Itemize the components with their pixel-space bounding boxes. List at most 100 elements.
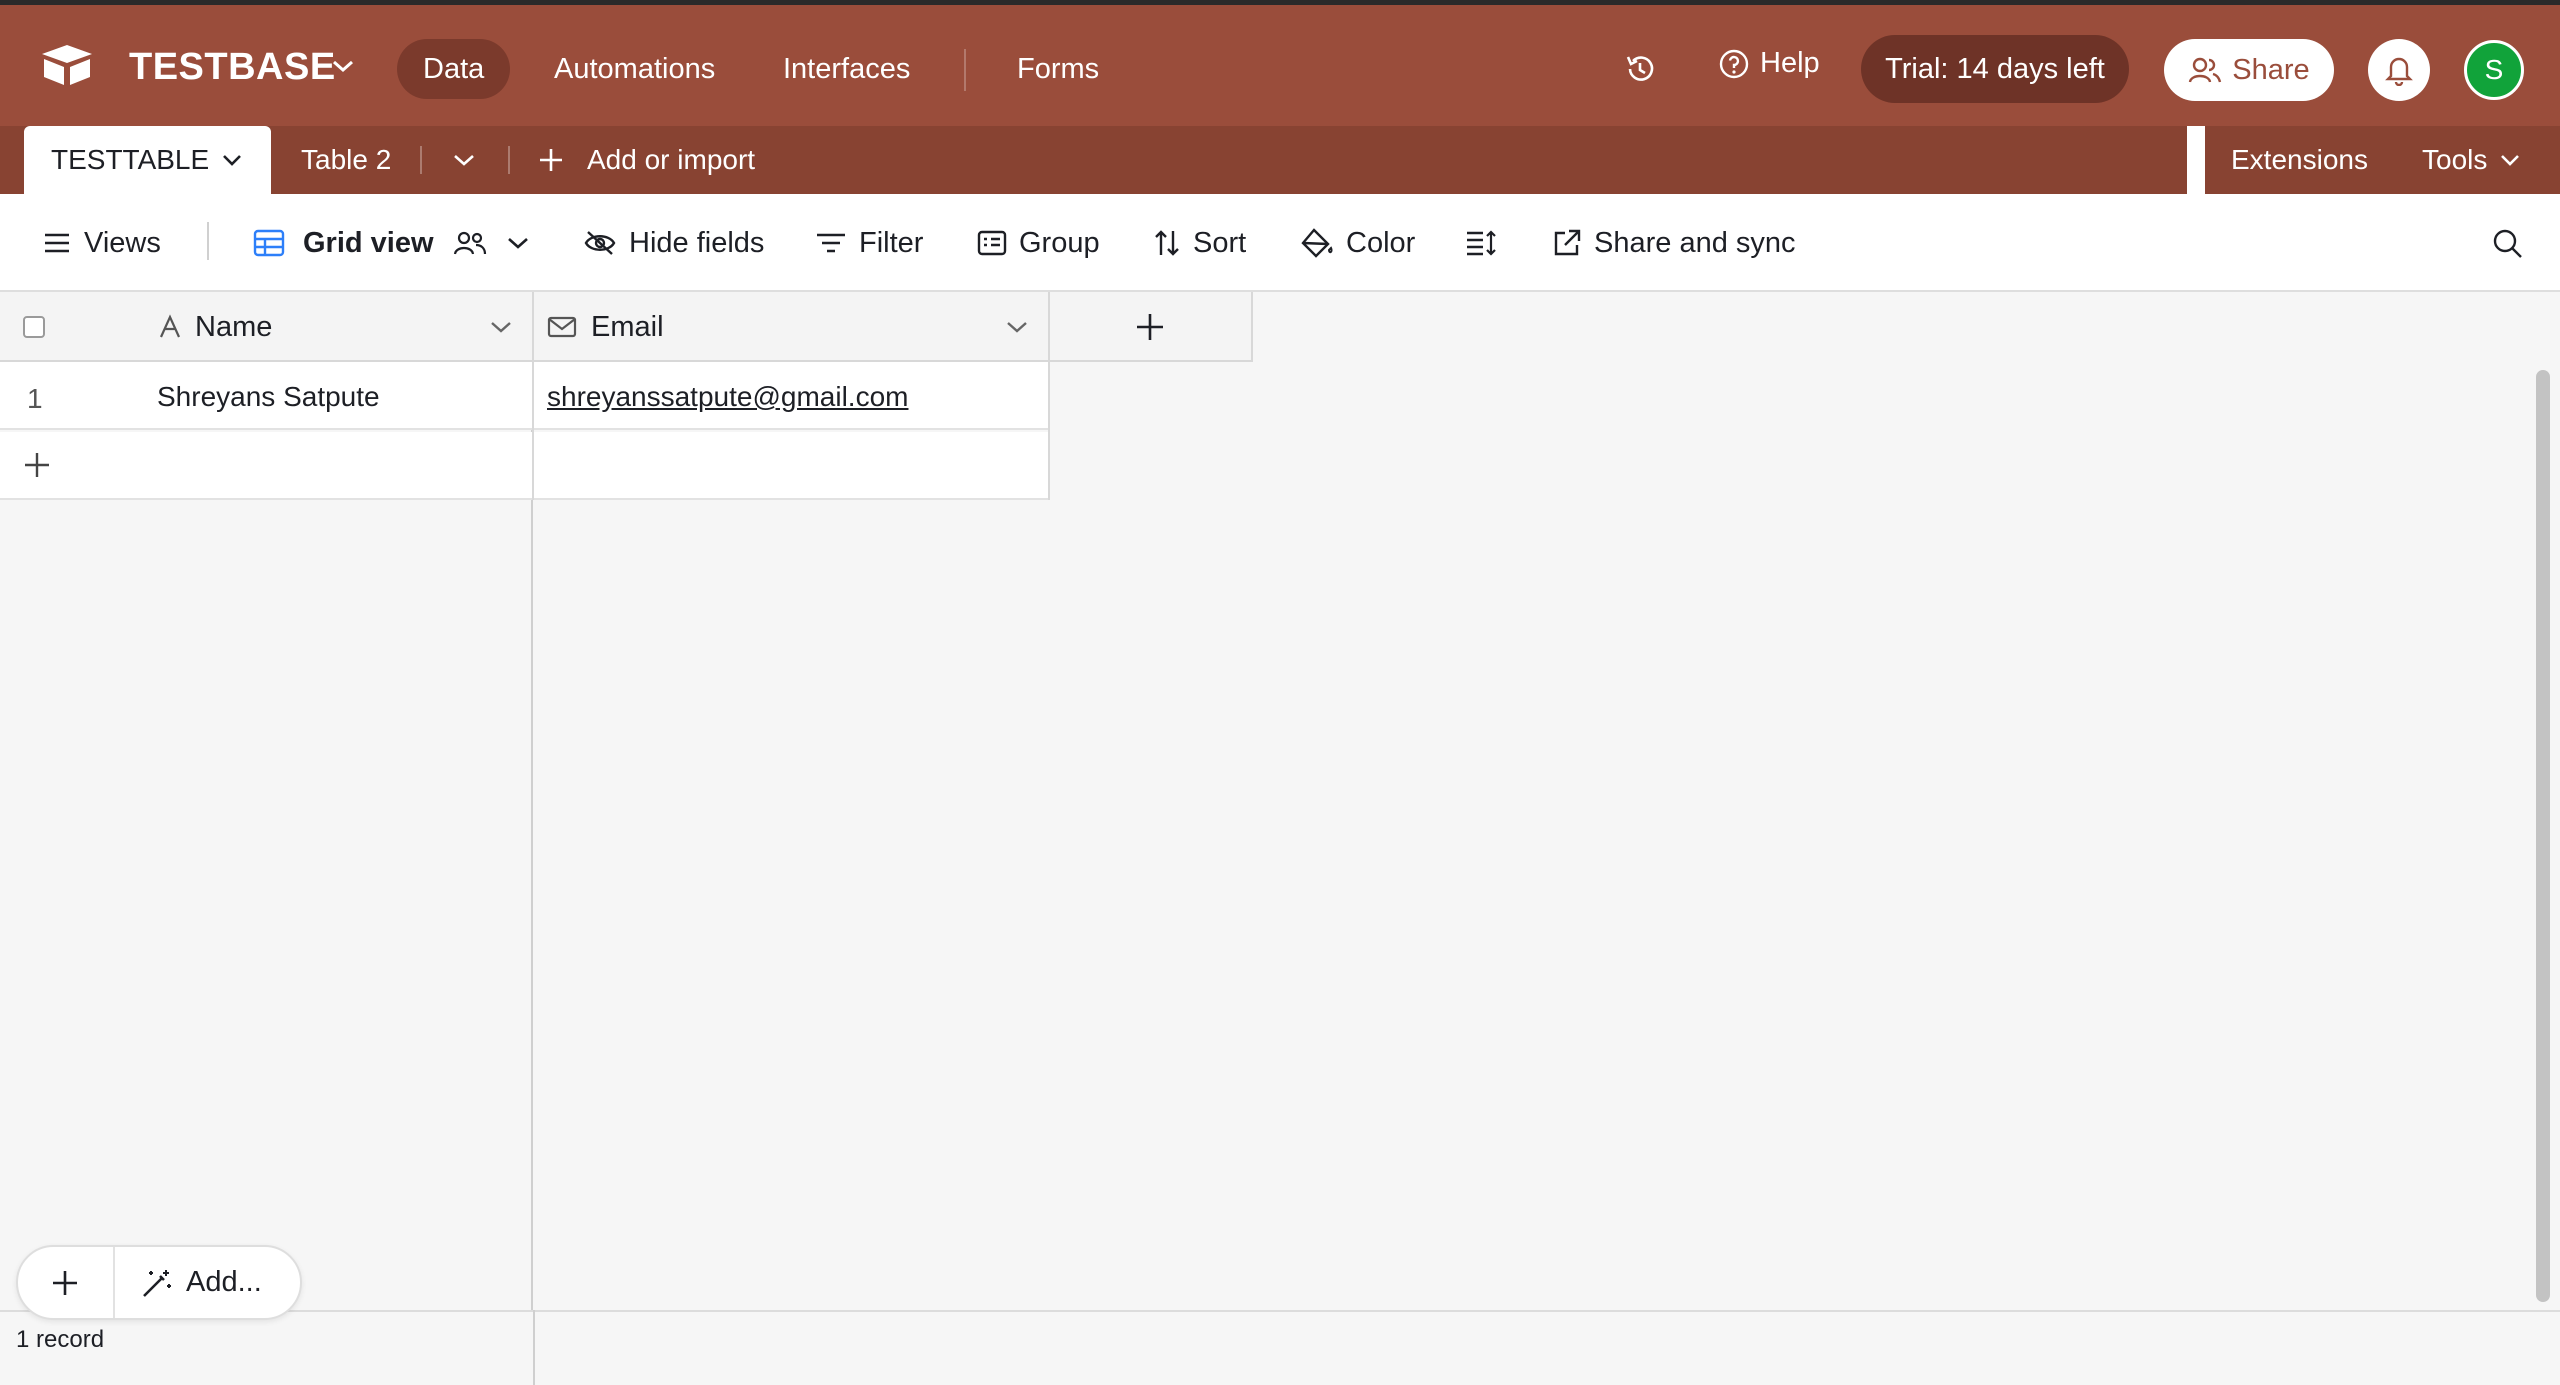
trial-button[interactable]: Trial: 14 days left bbox=[1861, 35, 2129, 103]
share-and-sync-label: Share and sync bbox=[1594, 226, 1796, 259]
add-options-label: Add... bbox=[186, 1266, 262, 1298]
nav-automations[interactable]: Automations bbox=[528, 39, 741, 99]
external-link-icon bbox=[1554, 229, 1581, 256]
nav-automations-label: Automations bbox=[554, 52, 716, 85]
select-all-checkbox[interactable] bbox=[23, 316, 45, 338]
plus-icon bbox=[52, 1270, 77, 1295]
base-name[interactable]: TESTBASE bbox=[129, 46, 336, 89]
nav-forms-label: Forms bbox=[1017, 52, 1100, 85]
nav-divider bbox=[964, 49, 966, 91]
column-divider bbox=[532, 292, 534, 500]
filter-button[interactable]: Filter bbox=[815, 194, 923, 292]
column-header-email[interactable]: Email bbox=[547, 292, 1047, 362]
nav-data[interactable]: Data bbox=[397, 39, 511, 99]
cell-email[interactable]: shreyanssatpute@gmail.com bbox=[547, 381, 908, 413]
add-or-import-label: Add or import bbox=[587, 144, 756, 175]
toolbar-divider bbox=[207, 222, 209, 260]
avatar-initial: S bbox=[2484, 54, 2504, 85]
column-header-name[interactable]: Name bbox=[157, 292, 533, 362]
sort-icon bbox=[1155, 230, 1179, 256]
chevron-down-icon[interactable] bbox=[221, 151, 243, 169]
share-label: Share bbox=[2232, 53, 2310, 86]
text-field-icon bbox=[159, 314, 181, 338]
magic-wand-icon bbox=[143, 1269, 171, 1297]
plus-icon[interactable] bbox=[22, 450, 52, 480]
add-pill-divider bbox=[113, 1247, 115, 1318]
view-switcher[interactable]: Grid view bbox=[253, 194, 530, 292]
nav-forms[interactable]: Forms bbox=[991, 39, 1125, 99]
color-button[interactable]: Color bbox=[1300, 194, 1415, 292]
paint-bucket-icon bbox=[1301, 228, 1333, 258]
help-label: Help bbox=[1760, 47, 1820, 79]
tab-table-2[interactable]: Table 2 bbox=[301, 126, 391, 194]
notifications-button[interactable] bbox=[2368, 39, 2430, 101]
cell-name[interactable]: Shreyans Satpute bbox=[157, 381, 380, 413]
collaborators-icon bbox=[453, 231, 486, 255]
filter-icon bbox=[817, 233, 845, 253]
chevron-down-icon[interactable] bbox=[330, 55, 356, 77]
filter-label: Filter bbox=[859, 226, 924, 259]
question-icon bbox=[1719, 49, 1749, 78]
row-height-icon bbox=[1467, 230, 1496, 256]
row-height-button[interactable] bbox=[1465, 194, 1497, 292]
add-record-button[interactable] bbox=[16, 1245, 113, 1320]
trial-label: Trial: 14 days left bbox=[1885, 52, 2105, 85]
views-button[interactable]: Views bbox=[42, 194, 161, 292]
tab-testtable[interactable]: TESTTABLE bbox=[24, 126, 271, 194]
summary-bar bbox=[0, 1310, 2560, 1385]
share-and-sync-button[interactable]: Share and sync bbox=[1552, 194, 1796, 292]
extensions-button[interactable]: Extensions bbox=[2231, 126, 2368, 194]
eye-off-icon bbox=[584, 231, 616, 255]
add-or-import-button[interactable]: Add or import bbox=[537, 126, 755, 194]
chevron-down-icon bbox=[454, 155, 474, 166]
tab-divider bbox=[420, 146, 422, 174]
sort-label: Sort bbox=[1193, 226, 1247, 259]
chevron-down-icon[interactable] bbox=[1005, 318, 1029, 336]
add-options-button[interactable]: Add... bbox=[140, 1245, 262, 1320]
all-tables-dropdown[interactable] bbox=[452, 126, 476, 194]
view-name: Grid view bbox=[303, 226, 434, 259]
menu-icon bbox=[45, 233, 69, 253]
bell-icon bbox=[2385, 57, 2413, 86]
group-button[interactable]: Group bbox=[977, 194, 1100, 292]
chevron-down-icon bbox=[507, 238, 528, 249]
record-count: 1 record bbox=[16, 1326, 105, 1353]
column-email-label: Email bbox=[591, 310, 664, 343]
views-label: Views bbox=[84, 226, 161, 259]
top-app-bar: TESTBASE Data Automations Interfaces For… bbox=[0, 0, 2560, 126]
hide-fields-label: Hide fields bbox=[629, 226, 765, 259]
base-logo-icon[interactable] bbox=[40, 43, 94, 87]
grid-view-icon bbox=[253, 229, 285, 257]
chevron-down-icon bbox=[2501, 155, 2520, 166]
people-icon bbox=[2189, 57, 2222, 83]
nav-interfaces[interactable]: Interfaces bbox=[757, 39, 936, 99]
tab-table-2-label: Table 2 bbox=[301, 144, 392, 175]
group-label: Group bbox=[1019, 226, 1100, 259]
nav-data-label: Data bbox=[423, 52, 485, 85]
hide-fields-button[interactable]: Hide fields bbox=[583, 194, 764, 292]
tools-button[interactable]: Tools bbox=[2422, 126, 2521, 194]
row-number: 1 bbox=[27, 383, 43, 414]
share-button[interactable]: Share bbox=[2164, 39, 2334, 101]
tab-divider bbox=[508, 146, 510, 174]
summary-divider bbox=[533, 1310, 535, 1385]
vertical-scrollbar[interactable] bbox=[2536, 370, 2550, 1302]
plus-icon bbox=[540, 149, 562, 171]
help-button[interactable]: Help bbox=[1718, 47, 1820, 80]
tools-label: Tools bbox=[2422, 144, 2488, 175]
email-field-icon bbox=[547, 316, 577, 338]
group-icon bbox=[977, 230, 1007, 256]
nav-interfaces-label: Interfaces bbox=[783, 52, 911, 85]
tab-testtable-label: TESTTABLE bbox=[51, 144, 210, 175]
avatar[interactable]: S bbox=[2464, 40, 2524, 100]
color-label: Color bbox=[1346, 226, 1416, 259]
history-icon[interactable] bbox=[1622, 51, 1658, 87]
column-divider bbox=[1048, 292, 1050, 500]
chevron-down-icon[interactable] bbox=[489, 318, 513, 336]
column-name-label: Name bbox=[195, 310, 273, 343]
extensions-label: Extensions bbox=[2231, 144, 2368, 175]
add-row[interactable] bbox=[0, 432, 1049, 500]
sort-button[interactable]: Sort bbox=[1153, 194, 1246, 292]
add-field-button[interactable] bbox=[1049, 292, 1253, 362]
search-icon[interactable] bbox=[2492, 228, 2524, 260]
